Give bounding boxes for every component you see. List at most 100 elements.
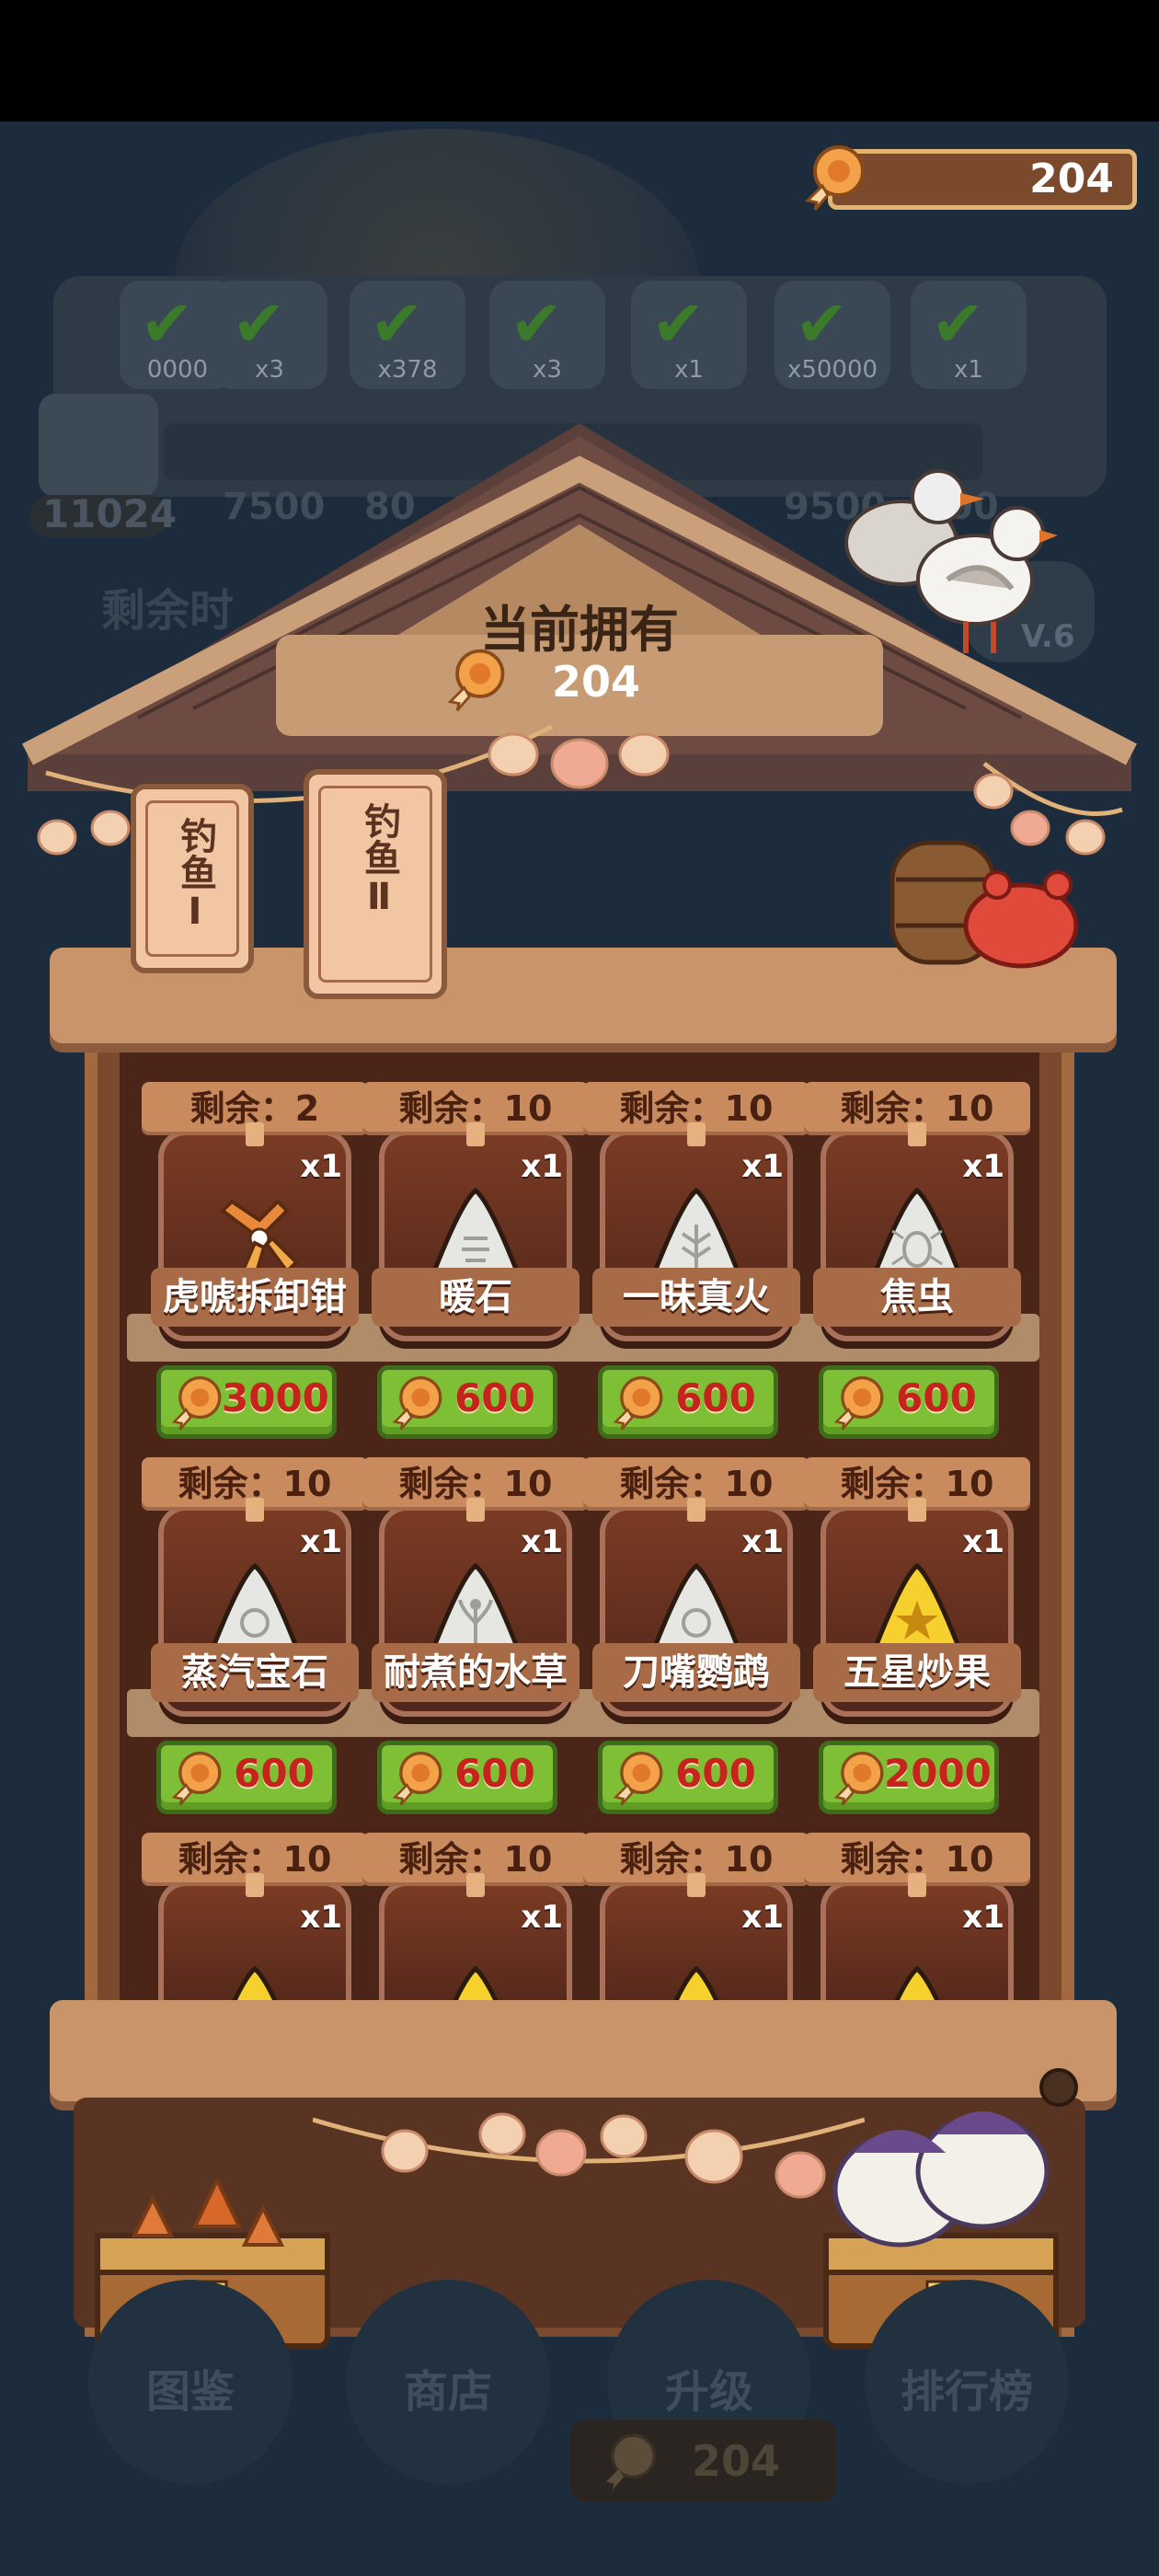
fish-coin-icon (605, 2433, 656, 2490)
pin-icon (246, 1498, 264, 1522)
shop-item-card[interactable]: 剩余：10 x1 (362, 1833, 589, 2018)
price-value: 600 (454, 1751, 535, 1796)
shop-item-card[interactable]: 剩余：10 x1 (142, 1833, 368, 2018)
status-bar (0, 0, 1159, 121)
shop-item-card[interactable]: 剩余：10 x1 蒸汽宝石 (142, 1457, 368, 1717)
fish-coin-icon (833, 1751, 884, 1806)
price-value: 600 (675, 1751, 756, 1796)
check-icon: ✔ (795, 286, 849, 362)
tab-fishing-2[interactable]: 钓鱼Ⅱ (304, 769, 447, 999)
check-icon: ✔ (510, 286, 564, 362)
pin-icon (466, 1122, 485, 1146)
shop-item-card[interactable]: 剩余：10 x1 一昧真火 (583, 1082, 809, 1341)
shop-item-card[interactable]: 剩余：10 x1 五星炒果 (804, 1457, 1030, 1717)
footer-coin-value: 204 (692, 2436, 781, 2486)
price-value: 600 (234, 1751, 315, 1796)
price-value: 2000 (884, 1751, 992, 1796)
buy-button[interactable]: 2000 (819, 1741, 999, 1814)
item-name: 蒸汽宝石 (151, 1643, 359, 1702)
price-value: 600 (454, 1375, 535, 1420)
item-name: 暖石 (372, 1268, 580, 1327)
fish-coin-icon (613, 1375, 663, 1431)
pin-icon (908, 1122, 926, 1146)
item-name: 五星炒果 (813, 1643, 1021, 1702)
item-quantity: x1 (521, 1899, 563, 1936)
item-quantity: x1 (962, 1899, 1004, 1936)
item-name: 虎唬拆卸钳 (151, 1268, 359, 1327)
shop-item-card[interactable]: 剩余：10 x1 耐煮的水草 (362, 1457, 589, 1717)
task-item: ✔ x50000 (775, 281, 890, 389)
task-item: ✔ x1 (631, 281, 747, 389)
shell-garland-icon (313, 2112, 865, 2199)
fish-coin-icon (833, 1375, 884, 1431)
item-quantity: x1 (521, 1524, 563, 1560)
nav-label: 升级 (664, 2366, 753, 2418)
pin-icon (687, 1498, 706, 1522)
price-value: 3000 (222, 1375, 329, 1420)
tab-label: 钓鱼Ⅰ (174, 817, 216, 933)
shop-item-card[interactable]: 剩余：10 x1 暖石 (362, 1082, 589, 1341)
shop-item-card[interactable]: 剩余：2 x1 虎唬拆卸钳 (142, 1082, 368, 1341)
shop-item-card[interactable]: 剩余：10 x1 (804, 1833, 1030, 2018)
pin-icon (687, 1873, 706, 1897)
shop-item-card[interactable]: 剩余：10 x1 焦虫 (804, 1082, 1030, 1341)
fish-coin-icon (447, 649, 505, 712)
item-quantity: x1 (521, 1148, 563, 1185)
task-item: ✔ x378 (350, 281, 465, 389)
buy-button[interactable]: 600 (598, 1741, 778, 1814)
buy-button[interactable]: 600 (377, 1365, 557, 1439)
fish-coin-icon (613, 1751, 663, 1806)
check-icon: ✔ (370, 286, 424, 362)
task-qty: x50000 (786, 356, 878, 384)
tab-label: 钓鱼Ⅱ (358, 802, 400, 918)
owned-coins-value: 204 (552, 657, 641, 707)
buy-button[interactable]: 600 (377, 1741, 557, 1814)
bottom-shelf (50, 2000, 1117, 2101)
barrel-crab-icon (889, 840, 1079, 969)
shop-item-card[interactable]: 剩余：10 x1 刀嘴鹦鹉 (583, 1457, 809, 1717)
check-icon: ✔ (651, 286, 706, 362)
seagull-icon (844, 469, 1058, 653)
pin-icon (246, 1873, 264, 1897)
pin-icon (246, 1122, 264, 1146)
task-item: ✔ x3 (212, 281, 327, 389)
fish-coin-icon (392, 1375, 442, 1431)
nav-label: 商店 (403, 2366, 492, 2418)
buy-button[interactable]: 3000 (156, 1365, 337, 1439)
item-quantity: x1 (962, 1524, 1004, 1560)
task-qty: x3 (533, 356, 562, 384)
price-value: 600 (896, 1375, 977, 1420)
pin-icon (466, 1873, 485, 1897)
buy-button[interactable]: 600 (598, 1365, 778, 1439)
check-icon: ✔ (232, 286, 286, 362)
buy-button[interactable]: 600 (819, 1365, 999, 1439)
task-qty: x1 (674, 356, 704, 384)
fish-coin-icon (392, 1751, 442, 1806)
item-quantity: x1 (300, 1899, 342, 1936)
fish-coin-icon (804, 145, 865, 211)
pin-icon (466, 1498, 485, 1522)
coin-counter: 204 (828, 149, 1137, 210)
item-quantity: x1 (300, 1524, 342, 1560)
item-name: 刀嘴鹦鹉 (592, 1643, 800, 1702)
pin-icon (687, 1122, 706, 1146)
shop-item-card[interactable]: 剩余：10 x1 (583, 1833, 809, 2018)
coin-value: 204 (1029, 155, 1114, 202)
item-quantity: x1 (741, 1524, 784, 1560)
task-qty: x378 (377, 356, 438, 384)
buy-button[interactable]: 600 (156, 1741, 337, 1814)
tab-fishing-1[interactable]: 钓鱼Ⅰ (131, 784, 254, 973)
task-item: ✔ x3 (489, 281, 605, 389)
task-qty: x1 (954, 356, 983, 384)
item-quantity: x1 (741, 1899, 784, 1936)
pin-icon (908, 1873, 926, 1897)
task-item: ✔ x1 (911, 281, 1027, 389)
nav-label: 排行榜 (900, 2366, 1033, 2418)
check-icon: ✔ (140, 286, 194, 362)
item-name: 一昧真火 (592, 1268, 800, 1327)
item-quantity: x1 (962, 1148, 1004, 1185)
price-value: 600 (675, 1375, 756, 1420)
check-icon: ✔ (931, 286, 985, 362)
item-quantity: x1 (300, 1148, 342, 1185)
task-qty: x3 (255, 356, 284, 384)
